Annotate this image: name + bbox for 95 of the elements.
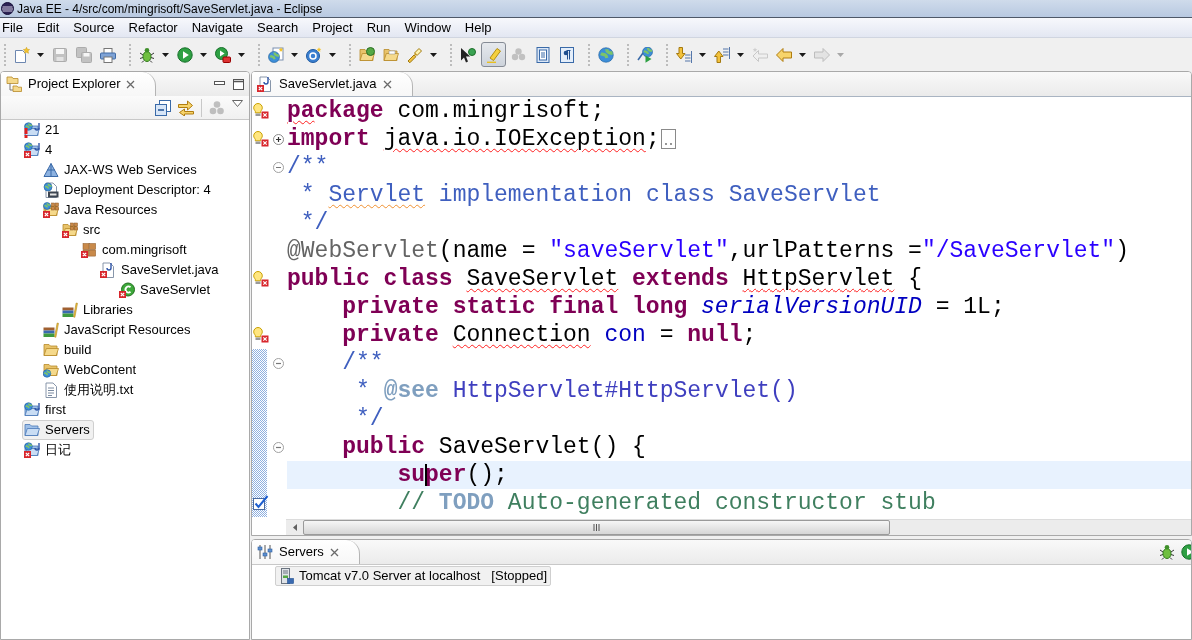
play-icon[interactable] [177,46,193,63]
globe-play-icon[interactable] [637,46,653,63]
tree-item[interactable]: Servers [22,420,94,440]
caret-icon[interactable] [736,52,744,57]
up-arrow-list-icon[interactable] [714,46,730,63]
tree-item[interactable]: com.mingrisoft [79,240,191,260]
code-line: * Servlet implementation class SaveServlet [299,181,881,209]
new-file-icon[interactable] [14,46,30,63]
expand-icon[interactable] [273,133,284,145]
tab[interactable]: Project Explorer [1,72,157,96]
collapse-icon[interactable] [273,357,284,369]
code-line: import java.io.IOException; [287,125,660,153]
tree-item[interactable]: WebContent [41,360,141,380]
tree-item[interactable]: SaveServlet.java [98,260,223,280]
folded-code-icon[interactable] [660,129,676,149]
sliders-icon [257,544,273,560]
code-line: super(); [396,461,508,489]
bug-icon[interactable] [1159,544,1175,560]
server-item[interactable]: Tomcat v7.0 Server at localhost [Stopped] [275,566,551,586]
tree-item[interactable]: 4 [22,140,57,160]
scrollbar-thumb[interactable] [303,520,890,535]
tree-item[interactable]: src [60,220,105,240]
tree-item[interactable]: JavaScript Resources [41,320,195,340]
tree-item[interactable]: JAX-WS Web Services [41,160,201,180]
code-line: * @see HttpServlet#HttpServlet() [355,377,798,405]
play-icon[interactable] [1181,544,1191,560]
down-arrow-list-icon[interactable] [676,46,692,63]
caret-icon[interactable] [237,52,245,57]
tree-item[interactable]: build [41,340,96,360]
left-arrow-icon[interactable] [776,46,792,63]
menu-item[interactable]: Window [397,18,458,37]
tree-item[interactable]: first [22,400,70,420]
tab[interactable]: SaveServlet.java [252,72,413,96]
flashlight-icon[interactable] [407,46,423,63]
code-line: private static final long serialVersionUID = 1L; [341,293,1005,321]
grip-icon [593,524,600,531]
tree-item[interactable]: Libraries [60,300,137,320]
globe-icon[interactable] [598,46,614,63]
scroll-left-icon[interactable] [292,524,297,531]
caret-icon[interactable] [290,52,298,57]
menu-item[interactable]: Source [66,18,122,37]
code-line: */ [355,405,384,433]
tree-item[interactable]: 使用说明.txt [41,380,138,400]
link-arrows-icon[interactable] [178,99,194,116]
close-icon[interactable] [382,79,392,89]
code-line: public class SaveServlet extends HttpServlet { [287,265,922,293]
caret-icon[interactable] [199,52,207,57]
caret-icon[interactable] [798,52,806,57]
code-line: private Connection con = null; [341,321,757,349]
close-icon[interactable] [126,79,136,89]
caret-icon[interactable] [36,52,44,57]
view-menu-icon[interactable] [232,100,243,107]
tab[interactable]: Servers [252,540,360,564]
caret-icon[interactable] [328,52,336,57]
menu-item[interactable]: File [0,18,30,37]
horizontal-scrollbar[interactable] [286,519,1191,535]
play-toolbox-icon[interactable] [215,46,231,63]
menu-item[interactable]: Run [359,18,398,37]
menu-item[interactable]: Edit [29,18,67,37]
tree-item[interactable]: 21 [22,120,64,140]
caret-icon[interactable] [429,52,437,57]
code-line: /** [341,349,384,377]
maximize-icon[interactable] [233,78,244,90]
menu-item[interactable]: Refactor [121,18,185,37]
code-line: /** [287,153,329,181]
code-line: public SaveServlet() { [341,433,646,461]
cursor-badge-icon[interactable] [460,46,476,63]
code-line: // TODO Auto-generated constructor stub [396,489,936,517]
code-line: @WebServlet(name = "saveServlet",urlPatterns ="/SaveServlet") [287,237,1129,265]
folder-tree-icon [6,76,22,92]
close-icon[interactable] [329,547,339,557]
disc-sparkle-icon[interactable] [306,46,322,63]
menu-item[interactable]: Project [305,18,360,37]
tree-item[interactable]: 日记 [22,440,75,460]
code-line: */ [299,209,329,237]
menu-item[interactable]: Navigate [184,18,250,37]
globe-page-icon[interactable] [268,46,284,63]
caret-icon[interactable] [698,52,706,57]
collapse-all-icon[interactable] [155,99,171,116]
menu-item[interactable]: Search [250,18,306,37]
bug-icon[interactable] [139,46,155,63]
framed-page-icon[interactable] [535,46,551,63]
tree-item[interactable]: SaveServlet [117,280,215,300]
window-title: Java EE - 4/src/com/mingrisoft/SaveServlet.java - Eclipse [17,0,323,17]
printer-icon[interactable] [100,46,116,63]
server-icon [278,568,294,584]
caret-icon[interactable] [161,52,169,57]
collapse-icon[interactable] [273,441,284,453]
code-line: package com.mingrisoft; [287,97,605,125]
app-icon [1,2,14,15]
pilcrow-icon[interactable] [559,46,575,63]
menu-item[interactable]: Help [457,18,499,37]
tree-item[interactable]: Deployment Descriptor: 4 [41,180,215,200]
tree-item[interactable]: Java Resources [41,200,162,220]
collapse-icon[interactable] [273,161,284,173]
